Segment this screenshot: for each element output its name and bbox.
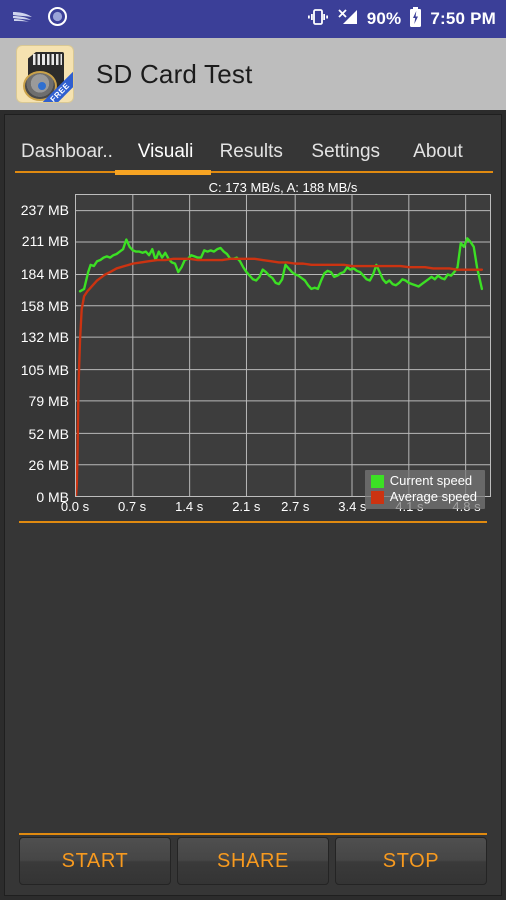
chart-x-tick-label: 0.7 s xyxy=(118,499,147,514)
vibrate-icon xyxy=(307,8,329,31)
chart-y-tick-label: 211 MB xyxy=(21,233,69,250)
stop-button[interactable]: STOP xyxy=(335,837,487,885)
button-bar-rule xyxy=(19,833,487,835)
status-bar-left-icons xyxy=(12,7,67,31)
chart-bottom-rule xyxy=(19,521,487,523)
action-bar: FREE SD Card Test xyxy=(0,38,506,110)
chart-x-tick-label: 3.4 s xyxy=(338,499,367,514)
legend-label-average: Average speed xyxy=(389,489,477,504)
chart-x-tick-label: 2.1 s xyxy=(232,499,261,514)
chart-x-tick-label: 1.4 s xyxy=(175,499,204,514)
page-title: SD Card Test xyxy=(96,58,253,89)
battery-charging-icon xyxy=(409,6,422,32)
clock-label: 7:50 PM xyxy=(430,9,496,28)
chart-y-tick-label: 79 MB xyxy=(28,393,69,410)
keyboard-swoosh-icon xyxy=(12,8,34,31)
chart-y-axis: 237 MB 211 MB 184 MB 158 MB 132 MB 105 MB 79 M… xyxy=(9,177,71,507)
chart-y-tick-label: 184 MB xyxy=(20,265,69,282)
legend-label-current: Current speed xyxy=(389,473,473,488)
chart-plot-area[interactable] xyxy=(75,194,491,497)
chart-legend: Current speed Average speed xyxy=(364,470,485,509)
sd-card-speedometer-icon: FREE xyxy=(16,45,74,103)
content-panel: Dashboar.. Visuali Results Settings Abou… xyxy=(4,114,502,896)
circle-dot-icon xyxy=(48,7,67,31)
legend-swatch-current xyxy=(370,474,384,488)
share-button[interactable]: SHARE xyxy=(177,837,329,885)
no-signal-icon xyxy=(337,8,359,31)
tab-rule xyxy=(15,171,493,173)
speed-chart: C: 173 MB/s, A: 188 MB/s 237 MB 211 MB 184… xyxy=(5,177,501,527)
legend-item-average: Average speed xyxy=(370,489,477,505)
status-bar: 90% 7:50 PM xyxy=(0,0,506,38)
chart-title: C: 173 MB/s, A: 188 MB/s xyxy=(208,180,358,195)
chart-y-tick-label: 52 MB xyxy=(28,425,69,442)
chart-y-tick-label: 158 MB xyxy=(20,297,69,314)
status-bar-right-icons: 90% 7:50 PM xyxy=(307,6,496,32)
chart-y-tick-label: 26 MB xyxy=(28,457,69,474)
button-bar: START SHARE STOP xyxy=(19,837,487,885)
legend-swatch-average xyxy=(370,490,384,504)
start-button[interactable]: START xyxy=(19,837,171,885)
legend-item-current: Current speed xyxy=(370,473,477,489)
tab-bar: Dashboar.. Visuali Results Settings Abou… xyxy=(5,115,501,177)
chart-y-tick-label: 237 MB xyxy=(20,201,69,218)
app-root: 90% 7:50 PM FREE SD Card Test Dashboar.. xyxy=(0,0,506,900)
battery-percent-label: 90% xyxy=(366,9,402,28)
chart-x-tick-label: 2.7 s xyxy=(281,499,310,514)
chart-y-tick-label: 105 MB xyxy=(20,361,69,378)
chart-x-tick-label: 0.0 s xyxy=(60,499,90,514)
active-tab-indicator xyxy=(115,170,211,175)
chart-y-tick-label: 132 MB xyxy=(20,329,69,346)
